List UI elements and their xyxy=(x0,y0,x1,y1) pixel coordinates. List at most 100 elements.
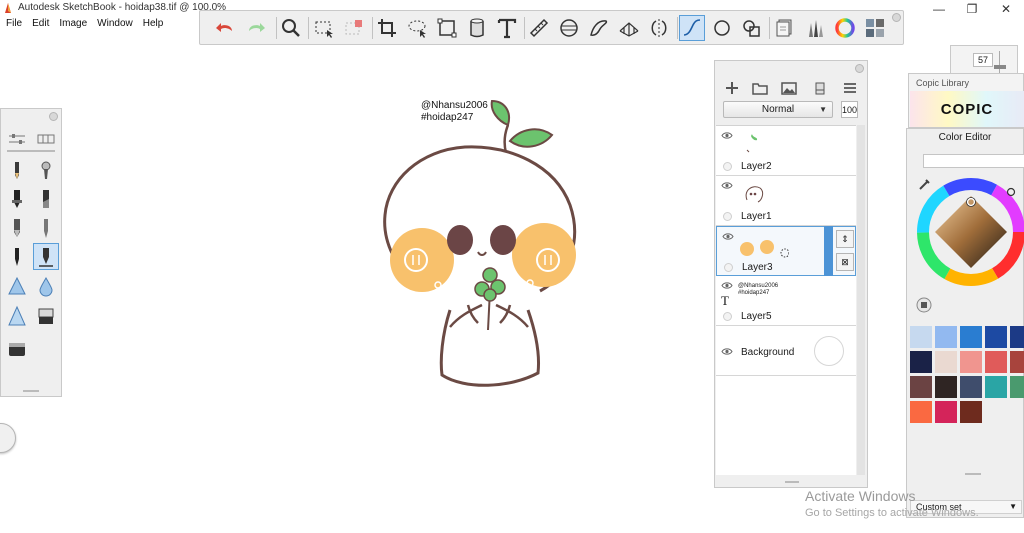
ink-pen-brush[interactable] xyxy=(33,243,59,270)
color-swatch[interactable] xyxy=(935,401,957,423)
color-swatch[interactable] xyxy=(960,401,982,423)
add-group-button[interactable] xyxy=(747,75,773,101)
menu-help[interactable]: Help xyxy=(143,17,164,32)
layer-row[interactable]: Layer1 xyxy=(716,176,856,226)
window-title: Autodesk SketchBook - hoidap38.tif @ 100… xyxy=(18,2,227,13)
layer-lock-button[interactable]: ⊠ xyxy=(836,253,854,271)
airbrush-brush[interactable] xyxy=(33,156,59,183)
zoom-button[interactable] xyxy=(278,15,304,41)
lagoon-puck[interactable] xyxy=(0,423,16,453)
color-swatch[interactable] xyxy=(910,401,932,423)
chisel-marker-brush[interactable] xyxy=(33,185,59,212)
color-hex-field[interactable] xyxy=(923,154,1024,168)
color-swatch[interactable] xyxy=(1010,326,1024,348)
blend-mode-dropdown[interactable]: Normal ▼ xyxy=(723,101,833,118)
color-swatch[interactable] xyxy=(960,326,982,348)
copic-library-button[interactable] xyxy=(862,15,888,41)
stroke-tool-button[interactable] xyxy=(679,15,705,41)
color-copy-icon[interactable] xyxy=(916,297,932,313)
marker-brush[interactable] xyxy=(4,185,30,212)
menu-window[interactable]: Window xyxy=(97,17,133,32)
color-swatch[interactable] xyxy=(985,351,1007,373)
crop-button[interactable] xyxy=(374,15,400,41)
color-swatch[interactable] xyxy=(960,376,982,398)
brush-library-button[interactable] xyxy=(802,15,828,41)
eye-icon[interactable] xyxy=(721,131,733,140)
menu-edit[interactable]: Edit xyxy=(32,17,49,32)
layer-list-scrollbar[interactable] xyxy=(857,125,865,475)
color-swatch[interactable] xyxy=(985,376,1007,398)
layer-select-radio[interactable] xyxy=(724,263,733,272)
close-window-button[interactable]: ✕ xyxy=(989,0,1023,17)
smudge-brush[interactable] xyxy=(4,302,30,329)
add-image-button[interactable] xyxy=(776,75,802,101)
fill-button[interactable] xyxy=(464,15,490,41)
text-button[interactable] xyxy=(494,15,520,41)
minimize-button[interactable]: — xyxy=(922,0,956,17)
eye-icon[interactable] xyxy=(721,181,733,190)
color-swatch[interactable] xyxy=(1010,376,1024,398)
rect-select-button[interactable] xyxy=(311,15,337,41)
color-swatch[interactable] xyxy=(985,326,1007,348)
layer-select-radio[interactable] xyxy=(723,162,732,171)
toolbar-close-button[interactable] xyxy=(892,13,901,22)
color-swatch[interactable] xyxy=(1010,351,1024,373)
color-swatch[interactable] xyxy=(935,326,957,348)
layer-move-handle[interactable]: ⇕ xyxy=(836,230,854,248)
layer-row[interactable]: Layer2 xyxy=(716,126,856,176)
color-swatch[interactable] xyxy=(960,351,982,373)
brush-properties-button[interactable] xyxy=(4,125,30,152)
ballpoint-brush[interactable] xyxy=(4,214,30,241)
transform-select-button[interactable] xyxy=(341,15,367,41)
water-brush[interactable] xyxy=(33,272,59,299)
brush-pen[interactable] xyxy=(4,243,30,270)
layer-row-selected[interactable]: Layer3 ⇕ ⊠ xyxy=(716,226,856,276)
fine-pen-brush[interactable] xyxy=(33,214,59,241)
menu-file[interactable]: File xyxy=(6,17,22,32)
ruler-button[interactable] xyxy=(526,15,552,41)
color-swatch[interactable] xyxy=(935,376,957,398)
brush-size-field[interactable]: 57 xyxy=(973,53,993,67)
eye-icon[interactable] xyxy=(721,281,733,290)
brush-palette-close-button[interactable] xyxy=(49,112,58,121)
maximize-button[interactable]: ❐ xyxy=(955,0,989,17)
perspective-button[interactable] xyxy=(616,15,642,41)
background-color-swatch[interactable] xyxy=(814,336,844,366)
eye-icon[interactable] xyxy=(721,347,733,356)
clear-layer-button[interactable] xyxy=(807,75,833,101)
copic-library-title: Copic Library xyxy=(916,78,970,88)
symmetry-button[interactable] xyxy=(646,15,672,41)
color-swatch[interactable] xyxy=(910,326,932,348)
slider-handle[interactable] xyxy=(994,65,1006,69)
redo-button[interactable] xyxy=(243,15,269,41)
brush-library-toggle[interactable] xyxy=(33,125,59,152)
color-swatch[interactable] xyxy=(910,376,932,398)
pencil-brush[interactable] xyxy=(4,156,30,183)
eraser-brush[interactable] xyxy=(33,302,59,329)
layer-menu-button[interactable] xyxy=(837,75,863,101)
color-wheel[interactable] xyxy=(915,176,1024,288)
hard-eraser-brush[interactable] xyxy=(4,334,30,361)
copic-logo[interactable]: COPIC xyxy=(910,91,1024,127)
distort-button[interactable] xyxy=(434,15,460,41)
color-swatch[interactable] xyxy=(910,351,932,373)
color-swatch[interactable] xyxy=(935,351,957,373)
opacity-field[interactable]: 100 xyxy=(841,101,858,118)
triangle-brush[interactable] xyxy=(4,272,30,299)
add-layer-button[interactable] xyxy=(719,75,745,101)
layer-row-background[interactable]: Background xyxy=(716,326,856,376)
ellipse-shape-button[interactable] xyxy=(709,15,735,41)
layer-row[interactable]: T @Nhansu2006 #hoidap247 Layer5 xyxy=(716,276,856,326)
lasso-button[interactable] xyxy=(404,15,430,41)
menu-image[interactable]: Image xyxy=(59,17,87,32)
french-curve-button[interactable] xyxy=(586,15,612,41)
copy-button[interactable] xyxy=(739,15,765,41)
ellipse-guide-button[interactable] xyxy=(556,15,582,41)
layer-editor-button[interactable] xyxy=(772,15,798,41)
layer-select-radio[interactable] xyxy=(723,212,732,221)
eye-icon[interactable] xyxy=(722,232,734,241)
undo-button[interactable] xyxy=(212,15,238,41)
layer-editor-close-button[interactable] xyxy=(855,64,864,73)
layer-select-radio[interactable] xyxy=(723,312,732,321)
color-wheel-button[interactable] xyxy=(832,15,858,41)
